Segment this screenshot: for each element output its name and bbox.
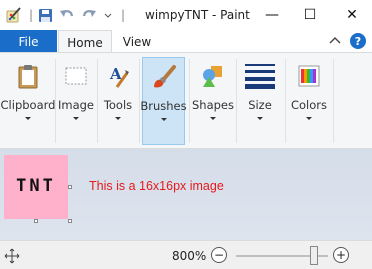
group-label-colors: Colors — [290, 98, 328, 112]
resize-handle-bottom[interactable] — [34, 219, 38, 223]
minimize-button[interactable]: — — [252, 0, 292, 30]
group-separator — [97, 59, 98, 143]
group-label-shapes: Shapes — [192, 98, 235, 112]
move-cursor-icon — [4, 248, 20, 264]
tab-file[interactable]: File — [0, 30, 57, 53]
shapes-icon — [198, 61, 228, 91]
chevron-down-icon — [160, 118, 167, 121]
close-button[interactable]: ✕ — [332, 0, 372, 30]
zoom-in-button[interactable]: + — [333, 247, 349, 263]
collapse-ribbon-icon[interactable] — [327, 33, 343, 49]
group-label-clipboard: Clipboard — [0, 98, 56, 112]
chevron-down-icon — [73, 117, 79, 120]
tab-view[interactable]: View — [112, 30, 162, 53]
chevron-down-icon — [306, 117, 312, 120]
ribbon: Clipboard Image A Tools Brushes Shapes S… — [0, 52, 372, 149]
text-tool-icon: A — [103, 61, 133, 91]
chevron-down-icon — [210, 117, 216, 120]
title-bar: | | wimpyTNT - Paint — ☐ ✕ — [0, 0, 372, 30]
customize-dropdown-icon[interactable] — [102, 6, 114, 24]
window-title: wimpyTNT - Paint — [145, 8, 250, 22]
brush-icon — [149, 62, 179, 92]
group-clipboard[interactable]: Clipboard — [0, 57, 56, 145]
ribbon-tab-row: File Home View ? — [0, 30, 372, 54]
group-label-tools: Tools — [103, 98, 133, 112]
zoom-out-button[interactable]: − — [211, 247, 227, 263]
group-separator — [55, 59, 56, 143]
help-icon[interactable]: ? — [350, 33, 366, 49]
tab-home[interactable]: Home — [58, 30, 112, 54]
group-label-size: Size — [248, 98, 272, 112]
separator: | — [120, 8, 126, 22]
group-separator — [285, 59, 286, 143]
zoom-level: 800% — [172, 249, 207, 263]
paint-app-icon[interactable] — [4, 6, 24, 24]
resize-handle-right[interactable] — [68, 185, 72, 189]
group-shapes[interactable]: Shapes — [192, 57, 234, 145]
group-colors[interactable]: Colors — [287, 57, 331, 145]
group-separator — [333, 59, 334, 143]
group-label-image: Image — [57, 98, 95, 112]
save-icon[interactable] — [36, 6, 54, 24]
chevron-down-icon — [257, 117, 263, 120]
separator: | — [28, 8, 34, 22]
annotation-text: This is a 16x16px image — [89, 179, 224, 193]
resize-handle-corner[interactable] — [68, 219, 72, 223]
group-tools[interactable]: A Tools — [99, 57, 137, 145]
group-separator — [189, 59, 190, 143]
group-image[interactable]: Image — [57, 57, 95, 145]
group-separator — [236, 59, 237, 143]
chevron-down-icon — [25, 117, 31, 120]
chevron-down-icon — [115, 117, 121, 120]
image-select-icon — [61, 61, 91, 91]
group-size[interactable]: Size — [238, 57, 282, 145]
undo-icon[interactable] — [58, 6, 76, 24]
canvas-workspace[interactable]: TNT This is a 16x16px image — [0, 149, 372, 240]
color-palette-icon — [294, 61, 324, 91]
canvas-image-text: TNT — [16, 176, 56, 196]
maximize-button[interactable]: ☐ — [290, 0, 330, 30]
group-brushes[interactable]: Brushes — [140, 57, 187, 145]
status-bar: 800% − + — [0, 240, 372, 269]
group-label-brushes: Brushes — [140, 99, 187, 113]
redo-icon[interactable] — [80, 6, 98, 24]
zoom-slider-thumb[interactable] — [310, 246, 319, 265]
clipboard-icon — [13, 61, 43, 91]
line-size-icon — [243, 61, 277, 91]
